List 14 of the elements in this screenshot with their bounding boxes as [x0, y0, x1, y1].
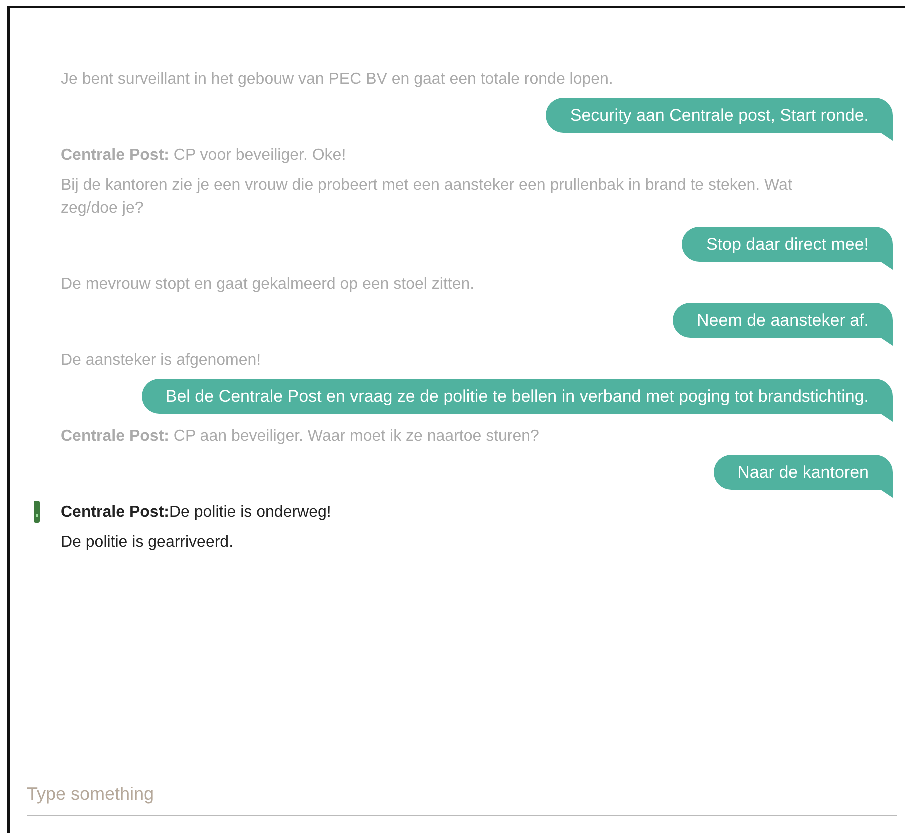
- message-input[interactable]: Type something: [27, 778, 897, 816]
- message-bubble: Bel de Centrale Post en vraag ze de politie te bellen in verband met poging tot brandstichting.: [142, 379, 893, 422]
- message-text: Bij de kantoren zie je een vrouw die probeert met een aansteker een prullenbak in brand te steken. Wat zeg/doe je?: [61, 176, 794, 219]
- message-bubble: Stop daar direct mee!: [682, 227, 893, 270]
- message-bubble: Naar de kantoren: [714, 455, 893, 498]
- message-text: Centrale Post: CP aan beveiliger. Waar moet ik ze naartoe sturen?: [61, 427, 540, 447]
- message-text: Je bent surveillant in het gebouw van PEC BV en gaat een totale ronde lopen.: [61, 70, 614, 90]
- message-bubble: Security aan Centrale post, Start ronde.: [546, 98, 893, 141]
- message-text: Centrale Post:De politie is onderweg!: [61, 503, 332, 523]
- message-text: De politie is gearriveerd.: [61, 533, 235, 553]
- message-text: De aansteker is afgenomen!: [61, 351, 262, 371]
- message-bubble: Neem de aansteker af.: [673, 303, 893, 346]
- message-text: Centrale Post: CP voor beveiliger. Oke!: [61, 146, 348, 166]
- message-text: De mevrouw stopt en gaat gekalmeerd op een stoel zitten.: [61, 275, 476, 295]
